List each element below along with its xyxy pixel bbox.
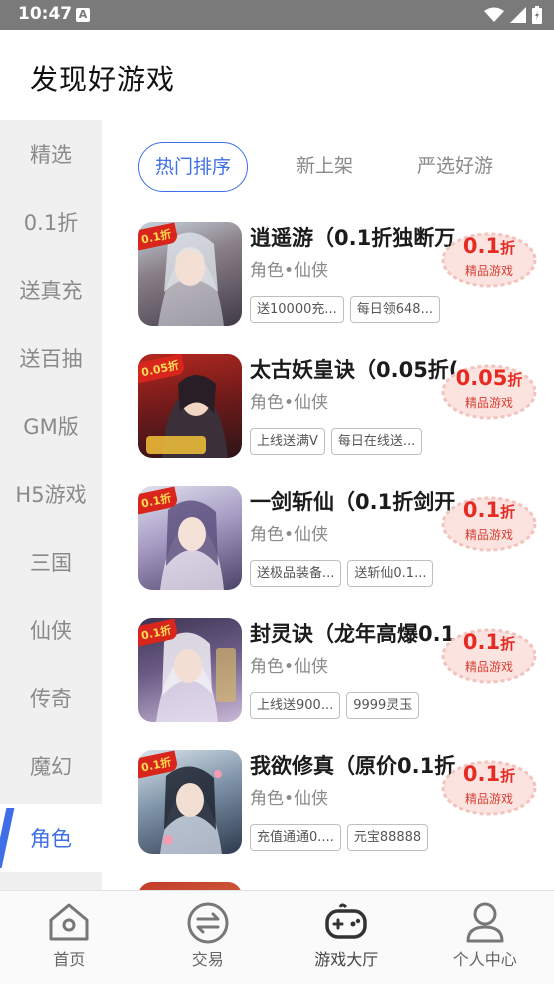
game-tag: 上线送900... — [250, 692, 341, 719]
game-tag: 元宝88888 — [346, 824, 429, 851]
wifi-icon — [484, 7, 504, 22]
trade-icon — [187, 902, 229, 944]
tab-hot[interactable]: 热门排序 — [138, 142, 249, 192]
discount-subtitle: 精品游戏 — [464, 264, 513, 278]
sidebar-item-songzhenchong[interactable]: 送真充 — [0, 256, 102, 324]
sidebar-item-songbaichou[interactable]: 送百抽 — [0, 324, 102, 392]
discount-value: 0.1 — [462, 498, 501, 522]
game-tag: 上线送满V — [250, 428, 325, 455]
game-list-item-partial[interactable] — [138, 882, 554, 890]
game-category: 角色•仙侠 — [250, 789, 329, 809]
nav-label: 首页 — [53, 950, 86, 969]
game-tag: 9999灵玉 — [346, 692, 420, 719]
game-tag: 每日在线送... — [330, 428, 423, 455]
gamepad-icon — [325, 903, 367, 939]
active-marker — [0, 808, 15, 868]
profile-icon — [466, 902, 504, 943]
game-tag: 充值通通0.... — [250, 824, 341, 851]
sidebar-item-chuanqi[interactable]: 传奇 — [0, 664, 102, 732]
page-header: 发现好游戏 — [0, 30, 554, 120]
game-list-item[interactable]: 0.1折 封灵诀（龙年高爆0.1 角色•仙侠 上线送900... 9999灵玉 … — [138, 618, 554, 724]
discount-subtitle: 精品游戏 — [464, 528, 513, 542]
discount-unit: 折 — [500, 239, 516, 257]
discount-subtitle: 精品游戏 — [464, 396, 513, 410]
game-icon[interactable]: 0.1折 — [138, 750, 242, 854]
game-tag: 每日领648... — [349, 296, 440, 323]
nav-label: 游戏大厅 — [314, 950, 379, 969]
game-category: 角色•仙侠 — [250, 393, 329, 413]
sidebar-item-mohuan[interactable]: 魔幻 — [0, 732, 102, 800]
discount-stamp: 0.1折 精品游戏 — [441, 232, 537, 288]
home-icon — [49, 903, 89, 941]
bottom-nav: 首页 交易 游戏大厅 个人中心 — [0, 890, 554, 984]
game-tags: 送10000充... 每日领648... — [250, 296, 440, 323]
game-icon[interactable]: 0.05折 — [138, 354, 242, 458]
game-tag: 送斩仙0.1... — [347, 560, 434, 587]
discount-value: 0.1 — [462, 762, 501, 786]
game-title: 太古妖皇诀（0.05折( — [250, 358, 459, 382]
game-tags: 上线送满V 每日在线送... — [250, 428, 423, 455]
game-category: 角色•仙侠 — [250, 525, 329, 545]
signal-icon — [510, 7, 526, 23]
nav-home[interactable]: 首页 — [0, 891, 139, 984]
game-tags: 充值通通0.... 元宝88888 — [250, 824, 429, 851]
sidebar-item-jingxuan[interactable]: 精选 — [0, 120, 102, 188]
game-category: 角色•仙侠 — [250, 657, 329, 677]
game-tags: 上线送900... 9999灵玉 — [250, 692, 420, 719]
nav-profile[interactable]: 个人中心 — [416, 891, 554, 984]
discount-stamp: 0.05折 精品游戏 — [441, 364, 537, 420]
category-sidebar: 精选 0.1折 送真充 送百抽 GM版 H5游戏 三国 仙侠 传奇 魔幻 角色 — [0, 120, 102, 890]
game-title: 一剑斩仙（0.1折剑开 — [250, 490, 456, 514]
sidebar-item-h5[interactable]: H5游戏 — [0, 460, 102, 528]
discount-stamp: 0.1折 精品游戏 — [441, 496, 537, 552]
nav-label: 个人中心 — [452, 950, 517, 969]
battery-icon — [532, 6, 542, 24]
game-icon[interactable]: 0.1折 — [138, 222, 242, 326]
game-tag: 送极品装备... — [250, 560, 342, 587]
discount-value: 0.05 — [455, 366, 508, 390]
game-icon[interactable]: 0.1折 — [138, 618, 242, 722]
sidebar-item-juese[interactable]: 角色 — [0, 804, 102, 872]
game-list-item[interactable]: 0.1折 一剑斩仙（0.1折剑开 角色•仙侠 送极品装备... 送斩仙0.1..… — [138, 486, 554, 592]
game-list-item[interactable]: 0.1折 我欲修真（原价0.1折 角色•仙侠 充值通通0.... 元宝88888… — [138, 750, 554, 856]
discount-stamp: 0.1折 精品游戏 — [441, 628, 537, 684]
sidebar-item-01zhe[interactable]: 0.1折 — [0, 188, 102, 256]
nav-label: 交易 — [191, 950, 224, 969]
discount-subtitle: 精品游戏 — [464, 660, 513, 674]
page-title: 发现好游戏 — [30, 63, 176, 96]
sidebar-item-label: 角色 — [30, 827, 72, 851]
game-tags: 送极品装备... 送斩仙0.1... — [250, 560, 434, 587]
notification-icon: A — [76, 8, 90, 22]
status-icons — [484, 6, 542, 24]
game-list-item[interactable]: 0.1折 逍遥游（0.1折独断万 角色•仙侠 送10000充... 每日领648… — [138, 222, 554, 328]
tab-new[interactable]: 新上架 — [296, 142, 353, 192]
discount-unit: 折 — [507, 371, 523, 389]
sidebar-item-xianxia[interactable]: 仙侠 — [0, 596, 102, 664]
game-icon[interactable] — [138, 882, 242, 890]
game-list-panel: 热门排序 新上架 严选好游 0.1折 逍遥游（0.1折独断万 角色•仙侠 送10… — [102, 120, 554, 890]
nav-trade[interactable]: 交易 — [139, 891, 278, 984]
nav-game-hall[interactable]: 游戏大厅 — [277, 891, 416, 984]
game-tag: 送10000充... — [250, 296, 344, 323]
game-list-item[interactable]: 0.05折 太古妖皇诀（0.05折( 角色•仙侠 上线送满V 每日在线送... … — [138, 354, 554, 460]
status-time: 10:47 — [18, 4, 73, 24]
game-title: 逍遥游（0.1折独断万 — [250, 226, 456, 250]
game-title: 我欲修真（原价0.1折 — [250, 754, 456, 778]
tab-curated[interactable]: 严选好游 — [417, 142, 493, 192]
discount-value: 0.1 — [462, 630, 501, 654]
status-bar: 10:47 A — [0, 0, 554, 30]
discount-unit: 折 — [500, 503, 516, 521]
discount-value: 0.1 — [462, 234, 501, 258]
discount-unit: 折 — [500, 767, 516, 785]
game-title: 封灵诀（龙年高爆0.1 — [250, 622, 456, 646]
discount-unit: 折 — [500, 635, 516, 653]
game-category: 角色•仙侠 — [250, 261, 329, 281]
game-icon[interactable]: 0.1折 — [138, 486, 242, 590]
sidebar-item-sanguo[interactable]: 三国 — [0, 528, 102, 596]
discount-subtitle: 精品游戏 — [464, 792, 513, 806]
discount-stamp: 0.1折 精品游戏 — [441, 760, 537, 816]
sidebar-item-gm[interactable]: GM版 — [0, 392, 102, 460]
